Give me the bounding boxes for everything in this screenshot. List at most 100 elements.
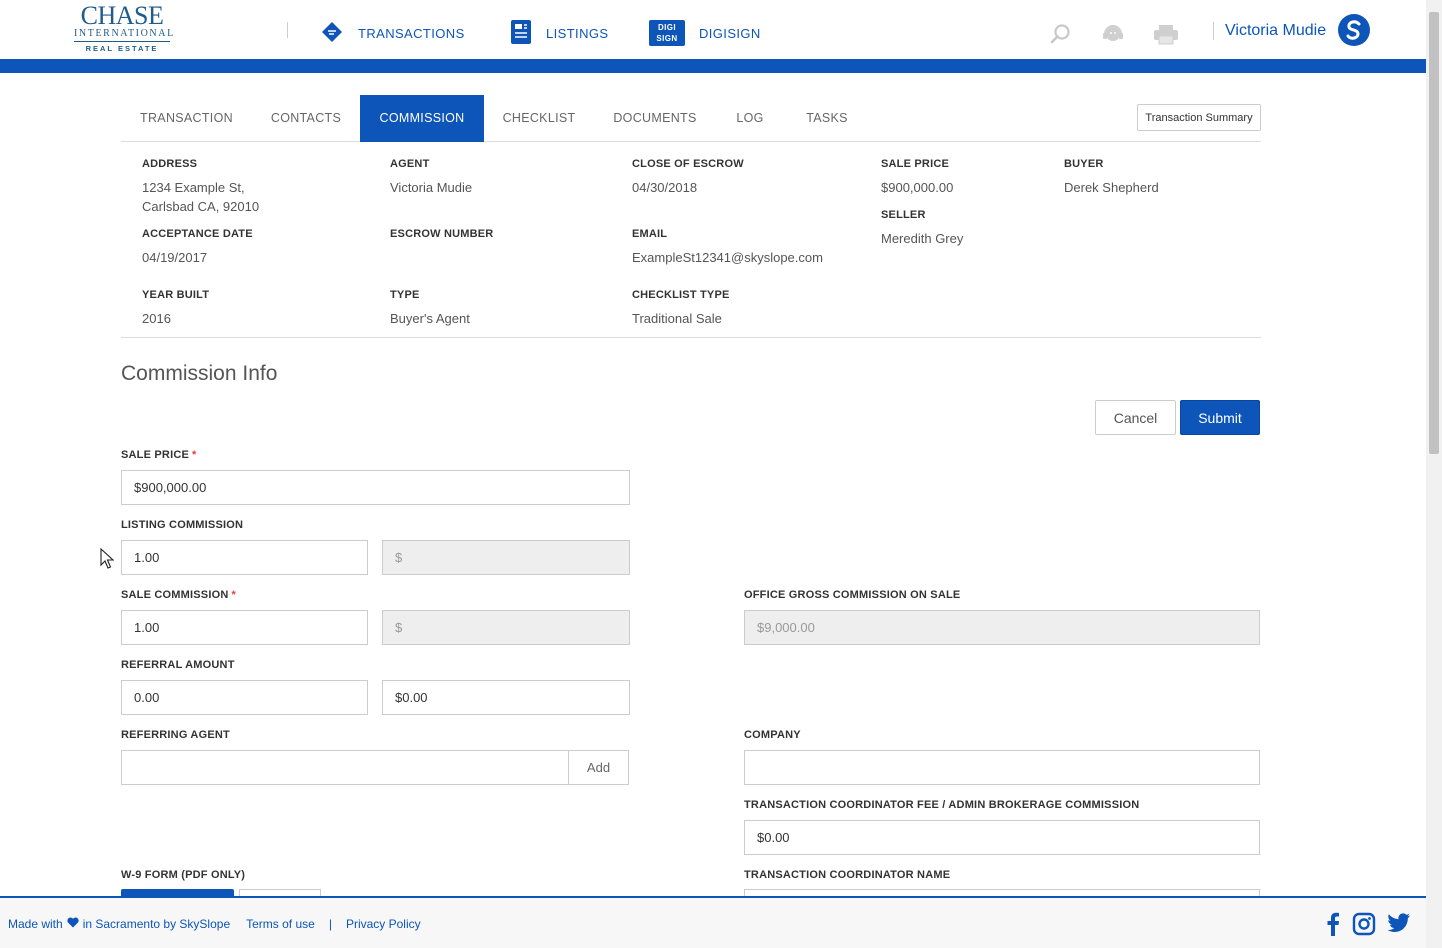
address-line2: Carlsbad CA, 92010: [142, 199, 260, 214]
nav-digisign-label: DIGISIGN: [699, 25, 761, 41]
sale-price-summary-label: SALE PRICE: [881, 158, 950, 170]
sale-commission-label: SALE COMMISSION *: [121, 589, 236, 601]
instagram-icon[interactable]: [1352, 912, 1376, 936]
checklist-type-label: CHECKLIST TYPE: [632, 289, 730, 301]
nav-listings[interactable]: LISTINGS: [510, 18, 608, 48]
commission-info-title: Commission Info: [121, 362, 278, 385]
chase-logo[interactable]: CHASE INTERNATIONAL REAL ESTATE: [74, 1, 173, 53]
year-built-label: YEAR BUILT: [142, 289, 210, 301]
agent-value: Victoria Mudie: [390, 180, 473, 195]
nav-listings-label: LISTINGS: [546, 25, 609, 41]
tab-tasks[interactable]: TASKS: [784, 95, 870, 142]
nav-transactions-label: TRANSACTIONS: [358, 25, 465, 41]
close-of-escrow-label: CLOSE OF ESCROW: [632, 158, 744, 170]
tab-checklist[interactable]: CHECKLIST: [484, 95, 594, 142]
seller-label: SELLER: [881, 209, 926, 221]
referring-agent-input[interactable]: [121, 750, 569, 785]
listing-commission-label: LISTING COMMISSION: [121, 519, 244, 531]
add-referring-agent-button[interactable]: Add: [568, 750, 629, 785]
referring-agent-label: REFERRING AGENT: [121, 729, 230, 741]
tab-log[interactable]: LOG: [716, 95, 784, 142]
address-line1: 1234 Example St,: [142, 180, 245, 195]
buyer-value: Derek Shepherd: [1064, 180, 1159, 195]
digisign-icon: DIGI SIGN: [649, 20, 685, 46]
transaction-tabs: TRANSACTION CONTACTS COMMISSION CHECKLIS…: [121, 95, 1261, 142]
company-label: COMPANY: [744, 729, 801, 741]
seller-value: Meredith Grey: [881, 231, 964, 246]
skyslope-logo-icon: [1346, 20, 1361, 40]
user-name[interactable]: Victoria Mudie: [1225, 22, 1326, 40]
sale-commission-amount-input: $: [382, 610, 630, 645]
required-marker: *: [192, 449, 197, 461]
header-divider-right: [1213, 22, 1214, 40]
logo-sub-text: INTERNATIONAL: [74, 28, 173, 42]
heart-icon: [67, 917, 79, 931]
footer-made-with: Made with: [8, 917, 63, 931]
type-label: TYPE: [390, 289, 420, 301]
sale-commission-label-text: SALE COMMISSION: [121, 589, 229, 601]
submit-button[interactable]: Submit: [1180, 400, 1260, 435]
twitter-icon[interactable]: [1387, 912, 1411, 936]
tag-icon: [320, 20, 344, 47]
search-icon[interactable]: [1049, 22, 1073, 46]
company-input[interactable]: [744, 750, 1260, 785]
tc-name-label: TRANSACTION COORDINATOR NAME: [744, 869, 951, 881]
tc-fee-input[interactable]: $0.00: [744, 820, 1260, 855]
tab-commission[interactable]: COMMISSION: [360, 95, 484, 142]
print-icon[interactable]: [1153, 22, 1178, 46]
tc-fee-label: TRANSACTION COORDINATOR FEE / ADMIN BROK…: [744, 799, 1140, 811]
privacy-policy-link[interactable]: Privacy Policy: [346, 917, 421, 931]
sale-price-input[interactable]: $900,000.00: [121, 470, 630, 505]
address-label: ADDRESS: [142, 158, 198, 170]
digisign-icon-text-bottom: SIGN: [656, 34, 678, 43]
sale-commission-percent-input[interactable]: 1.00: [121, 610, 368, 645]
referral-amount-input[interactable]: $0.00: [382, 680, 630, 715]
mouse-cursor-icon: [100, 547, 115, 575]
nav-digisign[interactable]: DIGI SIGN DIGISIGN: [649, 18, 761, 48]
footer-links: Made with in Sacramento by SkySlope Term…: [8, 917, 421, 931]
office-gross-commission-label: OFFICE GROSS COMMISSION ON SALE: [744, 589, 961, 601]
checklist-type-value: Traditional Sale: [632, 311, 722, 326]
office-gross-commission-input: $9,000.00: [744, 610, 1260, 645]
referral-percent-input[interactable]: 0.00: [121, 680, 368, 715]
avatar[interactable]: [1338, 14, 1370, 46]
sale-price-summary-value: $900,000.00: [881, 180, 954, 195]
page-scrollbar-thumb[interactable]: [1429, 12, 1439, 454]
acceptance-date-value: 04/19/2017: [142, 250, 208, 265]
transaction-summary-button[interactable]: Transaction Summary: [1137, 104, 1261, 131]
document-list-icon: [510, 19, 532, 48]
required-marker: *: [231, 589, 236, 601]
footer-made-in[interactable]: in Sacramento by SkySlope: [83, 917, 230, 931]
referral-amount-label: REFERRAL AMOUNT: [121, 659, 235, 671]
tab-contacts[interactable]: CONTACTS: [252, 95, 360, 142]
acceptance-date-label: ACCEPTANCE DATE: [142, 228, 253, 240]
listing-commission-percent-input[interactable]: 1.00: [121, 540, 368, 575]
top-header: CHASE INTERNATIONAL REAL ESTATE TRANSACT…: [0, 0, 1426, 59]
sale-price-label: SALE PRICE *: [121, 449, 197, 461]
email-label: EMAIL: [632, 228, 668, 240]
close-of-escrow-value: 04/30/2018: [632, 180, 698, 195]
facebook-icon[interactable]: [1322, 912, 1346, 936]
cancel-button[interactable]: Cancel: [1095, 400, 1176, 435]
year-built-value: 2016: [142, 311, 171, 326]
footer-separator: |: [328, 917, 332, 931]
email-value: ExampleSt12341@skyslope.com: [632, 250, 823, 265]
nav-transactions[interactable]: TRANSACTIONS: [320, 18, 465, 48]
terms-of-use-link[interactable]: Terms of use: [246, 917, 315, 931]
header-blue-strip: [0, 59, 1426, 73]
summary-divider: [121, 337, 1261, 338]
tab-transaction[interactable]: TRANSACTION: [121, 95, 252, 142]
agent-label: AGENT: [390, 158, 430, 170]
footer: Made with in Sacramento by SkySlope Term…: [0, 896, 1426, 948]
logo-main-text: CHASE: [80, 1, 164, 30]
sale-price-label-text: SALE PRICE: [121, 449, 190, 461]
w9-form-label: W-9 FORM (PDF ONLY): [121, 869, 246, 881]
digisign-icon-text-top: DIGI: [657, 23, 677, 32]
tab-documents[interactable]: DOCUMENTS: [594, 95, 716, 142]
support-agent-icon[interactable]: [1101, 22, 1125, 46]
escrow-number-label: ESCROW NUMBER: [390, 228, 494, 240]
header-divider: [287, 22, 288, 38]
logo-sub2-text: REAL ESTATE: [85, 44, 159, 53]
buyer-label: BUYER: [1064, 158, 1104, 170]
listing-commission-amount-input: $: [382, 540, 630, 575]
